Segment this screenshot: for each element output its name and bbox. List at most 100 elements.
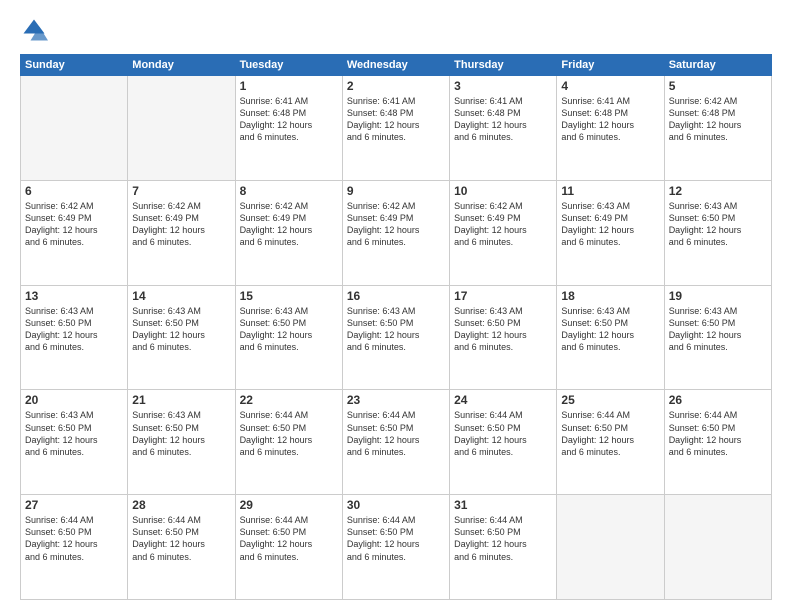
calendar-cell: 26Sunrise: 6:44 AMSunset: 6:50 PMDayligh…	[664, 390, 771, 495]
calendar-cell: 23 Sunrise: 6:44 AMSunset: 6:50 PMDayligh…	[342, 390, 449, 495]
day-number: 29	[240, 498, 338, 512]
day-of-week-header: Tuesday	[235, 55, 342, 76]
calendar-cell: 6Sunrise: 6:42 AMSunset: 6:49 PMDaylight…	[21, 180, 128, 285]
calendar-cell	[21, 76, 128, 181]
day-number: 31	[454, 498, 552, 512]
day-number: 2	[347, 79, 445, 93]
day-info: Sunrise: 6:43 AMSunset: 6:49 PMDaylight:…	[561, 200, 659, 249]
day-number: 10	[454, 184, 552, 198]
day-number: 30	[347, 498, 445, 512]
calendar-cell: 15 Sunrise: 6:43 AMSunset: 6:50 PMDayligh…	[235, 285, 342, 390]
day-of-week-header: Sunday	[21, 55, 128, 76]
day-info: Sunrise: 6:43 AMSunset: 6:50 PMDaylight:…	[669, 305, 767, 354]
day-of-week-header: Thursday	[450, 55, 557, 76]
day-info: Sunrise: 6:42 AMSunset: 6:49 PMDaylight:…	[132, 200, 230, 249]
day-number: 20	[25, 393, 123, 407]
day-info: Sunrise: 6:44 AMSunset: 6:50 PMDaylight:…	[347, 514, 445, 563]
day-number: 23	[347, 393, 445, 407]
day-info: Sunrise: 6:43 AMSunset: 6:50 PMDaylight:…	[561, 305, 659, 354]
calendar-cell: 5Sunrise: 6:42 AMSunset: 6:48 PMDaylight…	[664, 76, 771, 181]
day-info: Sunrise: 6:43 AMSunset: 6:50 PMDaylight:…	[132, 409, 230, 458]
day-number: 13	[25, 289, 123, 303]
day-number: 19	[669, 289, 767, 303]
day-number: 5	[669, 79, 767, 93]
day-info: Sunrise: 6:44 AMSunset: 6:50 PMDaylight:…	[561, 409, 659, 458]
day-info: Sunrise: 6:44 AMSunset: 6:50 PMDaylight:…	[240, 409, 338, 458]
day-number: 12	[669, 184, 767, 198]
calendar-cell: 9 Sunrise: 6:42 AMSunset: 6:49 PMDaylight…	[342, 180, 449, 285]
day-info: Sunrise: 6:42 AMSunset: 6:49 PMDaylight:…	[454, 200, 552, 249]
day-number: 11	[561, 184, 659, 198]
calendar-header: SundayMondayTuesdayWednesdayThursdayFrid…	[21, 55, 772, 76]
calendar-cell: 16 Sunrise: 6:43 AMSunset: 6:50 PMDayligh…	[342, 285, 449, 390]
day-number: 4	[561, 79, 659, 93]
day-info: Sunrise: 6:43 AMSunset: 6:50 PMDaylight:…	[25, 409, 123, 458]
day-info: Sunrise: 6:43 AMSunset: 6:50 PMDaylight:…	[347, 305, 445, 354]
day-number: 16	[347, 289, 445, 303]
day-number: 24	[454, 393, 552, 407]
day-info: Sunrise: 6:41 AMSunset: 6:48 PMDaylight:…	[561, 95, 659, 144]
day-info: Sunrise: 6:44 AMSunset: 6:50 PMDaylight:…	[240, 514, 338, 563]
calendar-cell: 24 Sunrise: 6:44 AMSunset: 6:50 PMDayligh…	[450, 390, 557, 495]
day-number: 1	[240, 79, 338, 93]
calendar-cell: 13 Sunrise: 6:43 AMSunset: 6:50 PMDayligh…	[21, 285, 128, 390]
day-info: Sunrise: 6:43 AMSunset: 6:50 PMDaylight:…	[25, 305, 123, 354]
logo	[20, 16, 52, 44]
day-number: 21	[132, 393, 230, 407]
calendar-cell: 18 Sunrise: 6:43 AMSunset: 6:50 PMDayligh…	[557, 285, 664, 390]
day-number: 22	[240, 393, 338, 407]
calendar-week-row: 13 Sunrise: 6:43 AMSunset: 6:50 PMDayligh…	[21, 285, 772, 390]
day-number: 25	[561, 393, 659, 407]
day-of-week-header: Friday	[557, 55, 664, 76]
day-info: Sunrise: 6:43 AMSunset: 6:50 PMDaylight:…	[454, 305, 552, 354]
calendar-cell: 30 Sunrise: 6:44 AMSunset: 6:50 PMDayligh…	[342, 495, 449, 600]
day-of-week-header: Saturday	[664, 55, 771, 76]
calendar-week-row: 20 Sunrise: 6:43 AMSunset: 6:50 PMDayligh…	[21, 390, 772, 495]
calendar-cell: 10 Sunrise: 6:42 AMSunset: 6:49 PMDayligh…	[450, 180, 557, 285]
calendar-cell	[128, 76, 235, 181]
page: SundayMondayTuesdayWednesdayThursdayFrid…	[0, 0, 792, 612]
calendar-cell: 14Sunrise: 6:43 AMSunset: 6:50 PMDayligh…	[128, 285, 235, 390]
calendar-week-row: 27 Sunrise: 6:44 AMSunset: 6:50 PMDayligh…	[21, 495, 772, 600]
calendar-cell: 4 Sunrise: 6:41 AMSunset: 6:48 PMDaylight…	[557, 76, 664, 181]
day-number: 28	[132, 498, 230, 512]
day-info: Sunrise: 6:44 AMSunset: 6:50 PMDaylight:…	[454, 514, 552, 563]
day-info: Sunrise: 6:41 AMSunset: 6:48 PMDaylight:…	[454, 95, 552, 144]
calendar-cell: 7 Sunrise: 6:42 AMSunset: 6:49 PMDaylight…	[128, 180, 235, 285]
calendar-cell: 20 Sunrise: 6:43 AMSunset: 6:50 PMDayligh…	[21, 390, 128, 495]
calendar-cell: 31 Sunrise: 6:44 AMSunset: 6:50 PMDayligh…	[450, 495, 557, 600]
day-info: Sunrise: 6:44 AMSunset: 6:50 PMDaylight:…	[454, 409, 552, 458]
day-info: Sunrise: 6:41 AMSunset: 6:48 PMDaylight:…	[347, 95, 445, 144]
day-number: 17	[454, 289, 552, 303]
calendar-cell: 12 Sunrise: 6:43 AMSunset: 6:50 PMDayligh…	[664, 180, 771, 285]
day-number: 9	[347, 184, 445, 198]
day-number: 3	[454, 79, 552, 93]
calendar-cell: 1 Sunrise: 6:41 AMSunset: 6:48 PMDaylight…	[235, 76, 342, 181]
calendar-cell	[557, 495, 664, 600]
day-of-week-header: Monday	[128, 55, 235, 76]
day-info: Sunrise: 6:42 AMSunset: 6:49 PMDaylight:…	[347, 200, 445, 249]
header	[20, 16, 772, 44]
day-info: Sunrise: 6:43 AMSunset: 6:50 PMDaylight:…	[132, 305, 230, 354]
calendar-cell: 21 Sunrise: 6:43 AMSunset: 6:50 PMDayligh…	[128, 390, 235, 495]
day-info: Sunrise: 6:44 AMSunset: 6:50 PMDaylight:…	[25, 514, 123, 563]
day-info: Sunrise: 6:44 AMSunset: 6:50 PMDaylight:…	[132, 514, 230, 563]
day-info: Sunrise: 6:41 AMSunset: 6:48 PMDaylight:…	[240, 95, 338, 144]
calendar-cell: 11 Sunrise: 6:43 AMSunset: 6:49 PMDayligh…	[557, 180, 664, 285]
calendar-cell: 19 Sunrise: 6:43 AMSunset: 6:50 PMDayligh…	[664, 285, 771, 390]
day-info: Sunrise: 6:44 AMSunset: 6:50 PMDaylight:…	[347, 409, 445, 458]
day-info: Sunrise: 6:42 AMSunset: 6:49 PMDaylight:…	[240, 200, 338, 249]
day-number: 15	[240, 289, 338, 303]
header-row: SundayMondayTuesdayWednesdayThursdayFrid…	[21, 55, 772, 76]
day-number: 27	[25, 498, 123, 512]
day-info: Sunrise: 6:43 AMSunset: 6:50 PMDaylight:…	[669, 200, 767, 249]
calendar-cell: 22 Sunrise: 6:44 AMSunset: 6:50 PMDayligh…	[235, 390, 342, 495]
logo-icon	[20, 16, 48, 44]
day-number: 18	[561, 289, 659, 303]
day-number: 6	[25, 184, 123, 198]
day-number: 7	[132, 184, 230, 198]
calendar-cell: 2 Sunrise: 6:41 AMSunset: 6:48 PMDaylight…	[342, 76, 449, 181]
day-number: 8	[240, 184, 338, 198]
day-info: Sunrise: 6:43 AMSunset: 6:50 PMDaylight:…	[240, 305, 338, 354]
day-number: 26	[669, 393, 767, 407]
